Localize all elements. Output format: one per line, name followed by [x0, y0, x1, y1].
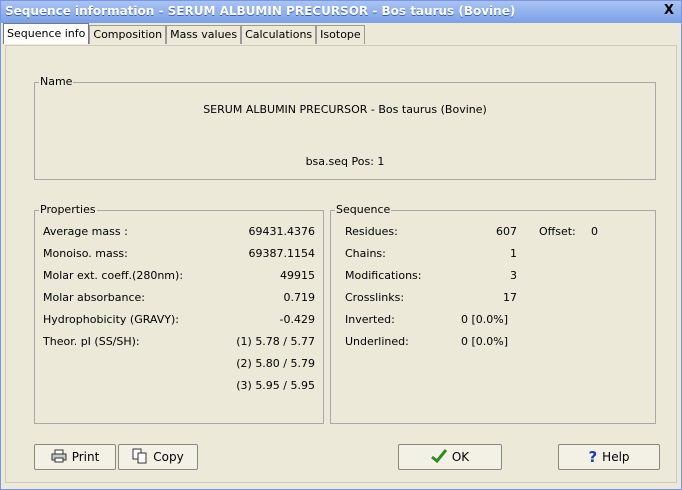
- print-label: Print: [71, 450, 100, 464]
- print-button[interactable]: Print: [34, 444, 116, 470]
- offset-label: Offset:: [539, 225, 576, 238]
- sequence-label: Inverted:: [345, 313, 395, 326]
- sequence-legend: Sequence: [335, 203, 392, 216]
- tab-isotope[interactable]: Isotope: [316, 25, 365, 44]
- property-label: Molar absorbance:: [43, 291, 145, 304]
- ok-label: OK: [451, 450, 470, 464]
- tab-composition[interactable]: Composition: [89, 25, 167, 44]
- tab-mass-values[interactable]: Mass values: [166, 25, 242, 44]
- property-value: 69431.4376: [248, 225, 315, 238]
- properties-legend: Properties: [39, 203, 97, 216]
- sequence-value: 607: [496, 225, 517, 238]
- tab-label: Calculations: [245, 28, 313, 41]
- property-value: -0.429: [279, 313, 315, 326]
- name-group: Name SERUM ALBUMIN PRECURSOR - Bos tauru…: [34, 75, 656, 180]
- property-value: (1) 5.78 / 5.77: [236, 335, 315, 348]
- pi-value: (2) 5.80 / 5.79: [236, 357, 315, 370]
- tab-sequence-info[interactable]: Sequence info: [3, 23, 90, 44]
- tab-label: Mass values: [170, 28, 238, 41]
- property-label: Hydrophobicity (GRAVY):: [43, 313, 179, 326]
- ok-button[interactable]: OK: [398, 444, 502, 470]
- offset-value: 0: [591, 225, 598, 238]
- sequence-value: 1: [510, 247, 517, 260]
- help-button[interactable]: ? Help: [558, 444, 660, 470]
- window-title: Sequence information - SERUM ALBUMIN PRE…: [5, 4, 516, 18]
- sequence-label: Residues:: [345, 225, 398, 238]
- copy-button[interactable]: Copy: [118, 444, 198, 470]
- tab-calculations[interactable]: Calculations: [241, 25, 317, 44]
- copy-label: Copy: [153, 450, 184, 464]
- sequence-info-window: Sequence information - SERUM ALBUMIN PRE…: [0, 0, 682, 490]
- pi-value: (3) 5.95 / 5.95: [236, 379, 315, 392]
- copy-icon: [132, 448, 148, 467]
- tab-label: Isotope: [320, 28, 361, 41]
- property-label: Average mass :: [43, 225, 128, 238]
- property-label: Monoiso. mass:: [43, 247, 128, 260]
- property-value: 49915: [280, 269, 315, 282]
- sequence-label: Underlined:: [345, 335, 409, 348]
- title-bar[interactable]: Sequence information - SERUM ALBUMIN PRE…: [1, 1, 681, 23]
- sequence-label: Chains:: [345, 247, 386, 260]
- property-label: Molar ext. coeff.(280nm):: [43, 269, 184, 282]
- tab-label: Composition: [93, 28, 163, 41]
- sequence-name: SERUM ALBUMIN PRECURSOR - Bos taurus (Bo…: [203, 103, 487, 116]
- properties-group: Properties Average mass : 69431.4376 Mon…: [34, 203, 324, 424]
- sequence-value: 0 [0.0%]: [461, 313, 509, 326]
- sequence-label: Modifications:: [345, 269, 422, 282]
- sequence-label: Crosslinks:: [345, 291, 405, 304]
- tab-label: Sequence info: [7, 27, 86, 40]
- sequence-value: 17: [503, 291, 517, 304]
- checkmark-icon: [430, 448, 447, 466]
- close-button[interactable]: X: [661, 3, 677, 19]
- printer-icon: [51, 449, 67, 466]
- property-label: Theor. pI (SS/SH):: [43, 335, 140, 348]
- sequence-value: 0 [0.0%]: [461, 335, 509, 348]
- help-label: Help: [602, 450, 630, 464]
- sequence-group: Sequence Residues: 607 Offset: 0 Chains:…: [330, 203, 656, 424]
- name-legend: Name: [39, 75, 74, 88]
- sequence-info-panel: Name SERUM ALBUMIN PRECURSOR - Bos tauru…: [5, 45, 677, 483]
- property-value: 69387.1154: [248, 247, 315, 260]
- file-position: bsa.seq Pos: 1: [305, 155, 385, 168]
- sequence-value: 3: [510, 269, 517, 282]
- question-mark-icon: ?: [588, 448, 598, 466]
- tab-strip: Sequence info Composition Mass values Ca…: [3, 23, 365, 45]
- property-value: 0.719: [283, 291, 316, 304]
